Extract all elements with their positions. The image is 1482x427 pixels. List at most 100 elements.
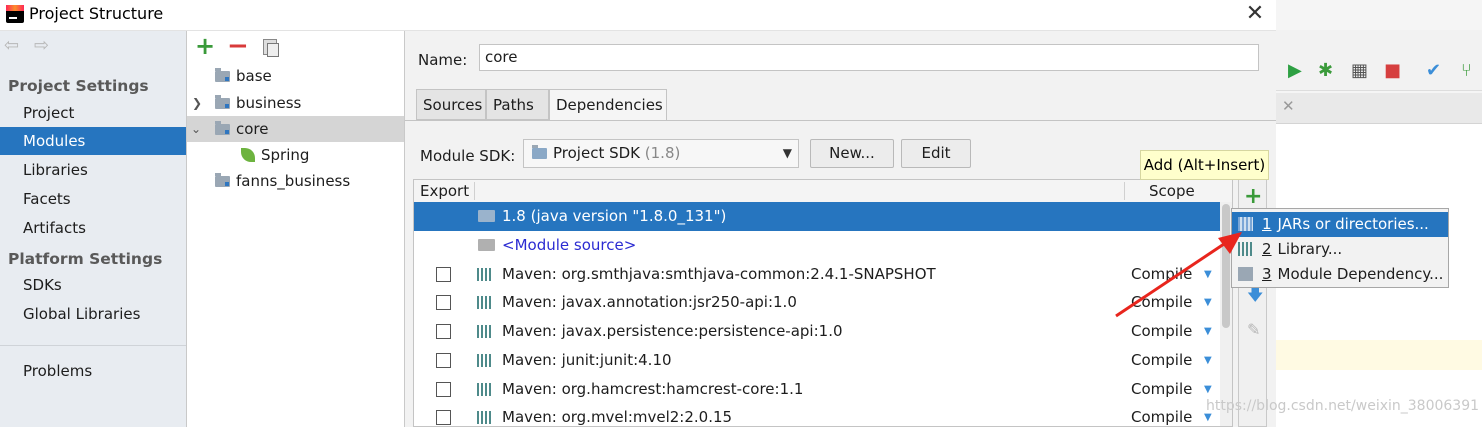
module-tree-toolbar: + − [187,31,404,61]
forward-arrow-icon[interactable]: ⇨ [34,35,49,56]
module-sdk-select[interactable]: Project SDK (1.8) ▼ [523,139,799,168]
tab-paths[interactable]: Paths [486,89,549,120]
scope-value[interactable]: Compile [1131,375,1192,404]
platform-settings-header: Platform Settings [8,250,163,268]
edit-pencil-icon[interactable]: ✎ [1247,320,1260,339]
copy-module-icon[interactable] [263,39,279,57]
scope-value[interactable]: Compile [1131,403,1192,426]
menu-item-library[interactable]: 2 Library... [1232,237,1448,262]
chevron-down-icon: ▼ [782,146,792,160]
sdk-folder-icon [532,145,547,159]
module-sdk-label: Module SDK: [420,147,516,165]
new-sdk-button[interactable]: New... [810,139,894,168]
menu-item-module-dependency[interactable]: 3 Module Dependency... [1232,262,1448,287]
title-bar: Project Structure ✕ [0,0,1276,31]
export-checkbox[interactable] [436,267,451,282]
add-module-icon[interactable]: + [195,32,215,60]
nav-item-facets[interactable]: Facets [0,185,186,213]
nav-item-sdks[interactable]: SDKs [0,271,186,299]
column-separator [1124,182,1125,200]
chevron-right-icon[interactable]: ❯ [192,90,202,116]
chevron-down-icon[interactable]: ⌄ [191,116,201,142]
menu-item-label: Library... [1277,240,1343,258]
close-button[interactable]: ✕ [1240,0,1270,30]
scope-dropdown-icon[interactable]: ▼ [1204,317,1212,346]
menu-mnemonic: 3 [1262,265,1272,283]
stop-icon[interactable]: ■ [1384,60,1401,81]
settings-nav: ⇦ ⇨ Project Settings Project Modules Lib… [0,31,187,427]
tree-item-business[interactable]: ❯ business [187,90,404,116]
module-name-input[interactable]: core [479,44,1259,71]
menu-item-label: JARs or directories... [1277,215,1429,233]
nav-item-project[interactable]: Project [0,99,186,127]
edit-sdk-button[interactable]: Edit [901,139,971,168]
scope-value[interactable]: Compile [1131,317,1192,346]
nav-item-libraries[interactable]: Libraries [0,156,186,184]
spring-leaf-icon [241,148,255,162]
table-row[interactable]: 1.8 (java version "1.8.0_131") [414,202,1220,231]
table-row[interactable]: Maven: org.mvel:mvel2:2.0.15 Compile ▼ [414,403,1220,426]
export-checkbox[interactable] [436,410,451,425]
maven-library-icon [477,268,493,281]
column-header-export[interactable]: Export [420,182,469,200]
export-checkbox[interactable] [436,295,451,310]
module-tree: + − base ❯ business ⌄ core Spring fanns_… [187,31,405,427]
dependency-name: <Module source> [502,236,637,254]
tab-divider [405,120,1276,121]
nav-item-artifacts[interactable]: Artifacts [0,214,186,242]
watermark: https://blog.csdn.net/weixin_38006391 [1206,398,1480,414]
menu-mnemonic: 2 [1262,240,1272,258]
tree-item-base[interactable]: base [187,63,404,89]
tree-item-label: core [236,120,269,138]
tree-item-label: base [236,67,272,85]
annotation-arrow-shaft [1115,238,1231,318]
scope-value[interactable]: Compile [1131,346,1192,375]
intellij-app-icon [6,5,24,23]
add-dependency-icon[interactable]: + [1244,184,1262,209]
column-header-scope[interactable]: Scope [1149,182,1195,200]
run-icon[interactable]: ▶ [1288,60,1302,81]
export-checkbox[interactable] [436,382,451,397]
module-source-icon [478,239,495,251]
vcs-commit-icon[interactable]: ⑂ [1461,60,1472,81]
table-row[interactable]: Maven: javax.persistence:persistence-api… [414,317,1220,346]
tab-sources[interactable]: Sources [416,89,486,120]
table-row[interactable]: <Module source> [414,231,1220,260]
dependency-name: Maven: org.smthjava:smthjava-common:2.4.… [502,265,936,283]
tree-item-label: business [236,94,302,112]
nav-item-modules[interactable]: Modules [0,127,186,155]
tree-item-fanns-business[interactable]: fanns_business [187,168,404,194]
remove-module-icon[interactable]: − [227,31,249,61]
nav-divider [0,345,186,346]
nav-item-problems[interactable]: Problems [0,357,186,385]
vcs-update-icon[interactable]: ✔ [1426,60,1441,81]
module-folder-icon [215,95,230,109]
column-separator [474,182,475,200]
coverage-icon[interactable]: ▦ [1351,60,1368,81]
table-row[interactable]: Maven: org.hamcrest:hamcrest-core:1.1 Co… [414,375,1220,404]
name-label: Name: [418,51,468,69]
tree-item-core[interactable]: ⌄ core [187,116,404,142]
export-checkbox[interactable] [436,324,451,339]
module-folder-icon [215,173,230,187]
table-row[interactable]: Maven: junit:junit:4.10 Compile ▼ [414,346,1220,375]
table-row[interactable]: Maven: org.smthjava:smthjava-common:2.4.… [414,260,1220,289]
dependency-name: Maven: junit:junit:4.10 [502,351,672,369]
ide-editor-tabs: ✕ [1276,93,1482,124]
tab-dependencies[interactable]: Dependencies [549,89,667,121]
scope-dropdown-icon[interactable]: ▼ [1204,346,1212,375]
tree-item-label: fanns_business [236,172,351,190]
jdk-folder-icon [478,210,495,222]
menu-item-jars-or-directories[interactable]: 1 JARs or directories... [1232,212,1448,237]
module-folder-icon [215,68,230,82]
close-tab-icon[interactable]: ✕ [1282,97,1295,115]
tree-item-spring[interactable]: Spring [187,142,404,168]
debug-icon[interactable]: ✱ [1318,60,1333,81]
export-checkbox[interactable] [436,353,451,368]
annotation-arrow [1115,232,1242,318]
nav-item-global-libraries[interactable]: Global Libraries [0,300,186,328]
menu-item-label: Module Dependency... [1277,265,1444,283]
table-row[interactable]: Maven: javax.annotation:jsr250-api:1.0 C… [414,288,1220,317]
sdk-version: (1.8) [644,144,681,162]
back-arrow-icon[interactable]: ⇦ [4,35,19,56]
